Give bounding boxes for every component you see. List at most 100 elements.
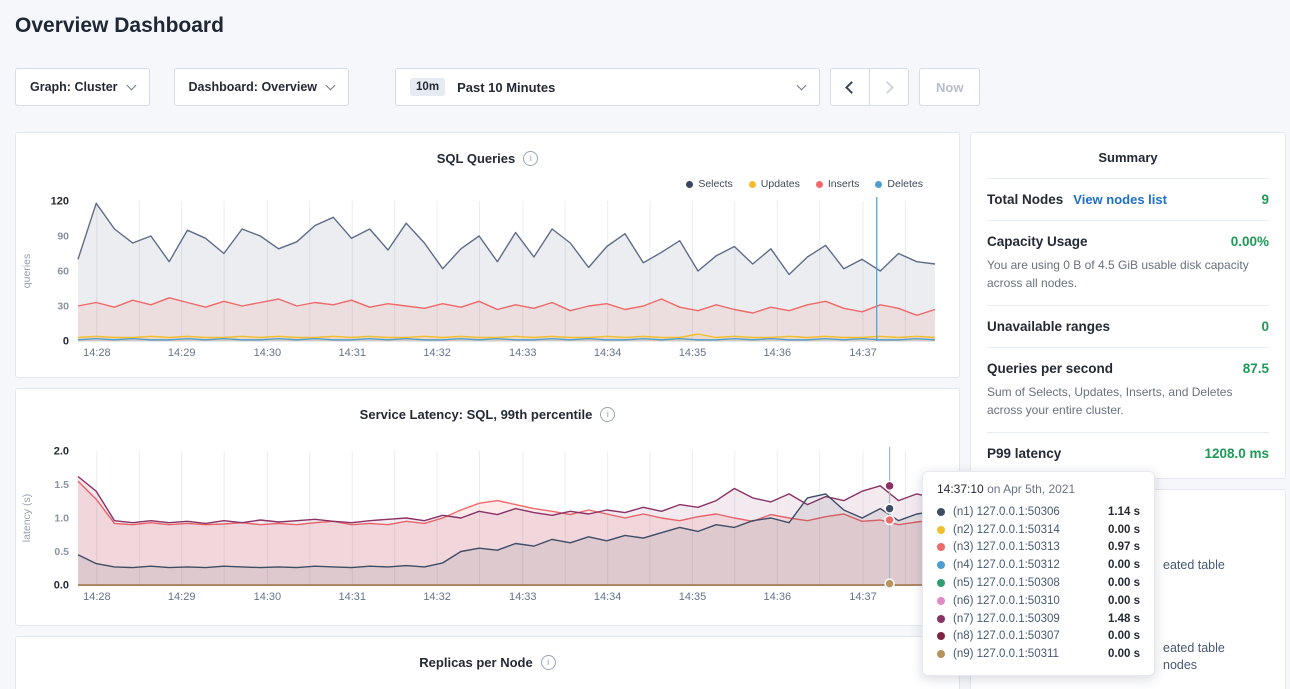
- svg-text:0.5: 0.5: [54, 546, 69, 558]
- chevron-down-icon: [797, 80, 807, 90]
- svg-text:queries: queries: [21, 254, 33, 288]
- tooltip-node-value: 1.14 s: [1108, 506, 1140, 518]
- svg-text:14:31: 14:31: [338, 347, 366, 359]
- svg-text:120: 120: [51, 196, 69, 208]
- tooltip-node-row: (n4) 127.0.0.1:50312 0.00 s: [937, 556, 1140, 574]
- legend-dot: [686, 181, 693, 188]
- time-window-nav: [830, 68, 909, 106]
- page-header: Overview Dashboard: [0, 0, 1290, 38]
- now-button[interactable]: Now: [919, 68, 980, 106]
- service-latency-chart-card: Service Latency: SQL, 99th percentile i …: [15, 388, 960, 626]
- series-color-dot: [937, 615, 945, 623]
- summary-row: Queries per second87.5Sum of Selects, Up…: [987, 347, 1269, 432]
- chevron-down-icon: [126, 80, 136, 90]
- svg-text:14:29: 14:29: [168, 591, 196, 603]
- chevron-left-icon: [845, 81, 858, 94]
- sql-queries-legend: Selects Updates Inserts Deletes: [16, 167, 959, 193]
- summary-row-value: 9: [1261, 192, 1269, 207]
- charts-column: SQL Queries i Selects Updates Inserts Delet…: [15, 132, 960, 689]
- sql-queries-chart-card: SQL Queries i Selects Updates Inserts Delet…: [15, 132, 960, 378]
- summary-row-label: Queries per second: [987, 361, 1113, 376]
- summary-row: Total Nodes View nodes list 9: [987, 178, 1269, 220]
- summary-panel: Summary Total Nodes View nodes list 9 Capac…: [970, 132, 1286, 479]
- info-icon[interactable]: i: [541, 655, 556, 670]
- summary-row-description: Sum of Selects, Updates, Inserts, and De…: [987, 383, 1269, 419]
- legend-label: Inserts: [828, 178, 860, 190]
- dashboard-dropdown[interactable]: Dashboard: Overview: [174, 68, 350, 106]
- legend-item-inserts[interactable]: Inserts: [816, 175, 860, 193]
- svg-text:1.5: 1.5: [54, 479, 69, 491]
- chart-hover-tooltip: 14:37:10 on Apr 5th, 2021 (n1) 127.0.0.1…: [922, 471, 1155, 676]
- summary-row: Unavailable ranges0: [987, 305, 1269, 347]
- service-latency-chart[interactable]: 14:2814:2914:3014:3114:3214:3314:3414:35…: [16, 433, 959, 611]
- series-color-dot: [937, 561, 945, 569]
- graph-scope-label: Graph: Cluster: [30, 80, 118, 94]
- svg-text:14:37: 14:37: [849, 347, 877, 359]
- sql-queries-chart[interactable]: 14:2814:2914:3014:3114:3214:3314:3414:35…: [16, 193, 959, 363]
- event-item-fragment[interactable]: eated table: [1163, 641, 1225, 655]
- previous-window-button[interactable]: [830, 68, 870, 106]
- replicas-chart-title: Replicas per Node: [419, 655, 532, 670]
- series-color-dot: [937, 543, 945, 551]
- tooltip-node-label: (n5) 127.0.0.1:50308: [953, 577, 1060, 589]
- service-latency-chart-title: Service Latency: SQL, 99th percentile: [360, 407, 593, 422]
- tooltip-node-value: 0.00 s: [1108, 577, 1140, 589]
- tooltip-node-value: 0.00 s: [1108, 524, 1140, 536]
- tooltip-node-row: (n5) 127.0.0.1:50308 0.00 s: [937, 574, 1140, 592]
- graph-scope-dropdown[interactable]: Graph: Cluster: [15, 68, 150, 106]
- tooltip-node-value: 0.00 s: [1108, 559, 1140, 571]
- summary-row-label: Total Nodes: [987, 192, 1063, 207]
- legend-label: Deletes: [887, 178, 923, 190]
- tooltip-node-row: (n1) 127.0.0.1:50306 1.14 s: [937, 503, 1140, 521]
- svg-text:14:33: 14:33: [509, 591, 537, 603]
- svg-text:14:34: 14:34: [594, 591, 622, 603]
- tooltip-node-value: 0.97 s: [1108, 541, 1140, 553]
- info-icon[interactable]: i: [523, 151, 538, 166]
- tooltip-node-row: (n8) 127.0.0.1:503070.00 s: [937, 628, 1140, 646]
- svg-text:60: 60: [57, 266, 69, 278]
- summary-row-label: Capacity Usage: [987, 234, 1088, 249]
- svg-text:2.0: 2.0: [54, 446, 69, 458]
- svg-text:14:36: 14:36: [764, 347, 792, 359]
- tooltip-node-row: (n2) 127.0.0.1:50314 0.00 s: [937, 521, 1140, 539]
- tooltip-node-label: (n1) 127.0.0.1:50306: [953, 506, 1060, 518]
- tooltip-node-label: (n6) 127.0.0.1:50310: [953, 595, 1060, 607]
- event-item-fragment[interactable]: eated table: [1163, 558, 1225, 572]
- legend-label: Updates: [761, 178, 800, 190]
- tooltip-node-label: (n7) 127.0.0.1:50309: [953, 613, 1060, 625]
- legend-dot: [749, 181, 756, 188]
- chevron-right-icon: [881, 81, 894, 94]
- tooltip-node-value: 0.00 s: [1108, 648, 1140, 660]
- view-nodes-list-link[interactable]: View nodes list: [1073, 192, 1167, 207]
- sql-queries-chart-title: SQL Queries: [437, 151, 516, 166]
- tooltip-node-value: 0.00 s: [1108, 630, 1140, 642]
- legend-item-selects[interactable]: Selects: [686, 175, 732, 193]
- svg-text:latency (s): latency (s): [21, 494, 33, 542]
- page-title: Overview Dashboard: [15, 14, 1275, 38]
- tooltip-node-label: (n4) 127.0.0.1:50312: [953, 559, 1060, 571]
- time-range-dropdown[interactable]: 10m Past 10 Minutes: [395, 68, 820, 106]
- chevron-down-icon: [326, 80, 336, 90]
- info-icon[interactable]: i: [600, 407, 615, 422]
- svg-text:0: 0: [63, 336, 69, 348]
- dashboard-label: Dashboard: Overview: [189, 80, 318, 94]
- tooltip-time: 14:37:10: [937, 482, 984, 496]
- event-item-fragment[interactable]: nodes: [1163, 658, 1197, 672]
- legend-item-deletes[interactable]: Deletes: [875, 175, 923, 193]
- svg-text:14:30: 14:30: [254, 347, 282, 359]
- series-color-dot: [937, 526, 945, 534]
- legend-item-updates[interactable]: Updates: [749, 175, 800, 193]
- overview-dashboard-page: Overview Dashboard Graph: Cluster Dashbo…: [0, 0, 1290, 689]
- tooltip-node-row: (n7) 127.0.0.1:503091.48 s: [937, 610, 1140, 628]
- svg-text:14:35: 14:35: [679, 347, 707, 359]
- tooltip-node-label: (n2) 127.0.0.1:50314: [953, 524, 1060, 536]
- tooltip-title: 14:37:10 on Apr 5th, 2021: [937, 482, 1140, 503]
- replicas-title-row: Replicas per Node i: [16, 637, 959, 671]
- svg-text:14:37: 14:37: [849, 591, 877, 603]
- summary-row: Capacity Usage0.00%You are using 0 B of …: [987, 220, 1269, 305]
- tooltip-node-label: (n9) 127.0.0.1:50311: [953, 648, 1059, 660]
- next-window-button[interactable]: [869, 68, 909, 106]
- time-range-badge: 10m: [410, 78, 445, 96]
- summary-row: P99 latency1208.0 ms: [987, 432, 1269, 474]
- summary-panel-title: Summary: [987, 133, 1269, 178]
